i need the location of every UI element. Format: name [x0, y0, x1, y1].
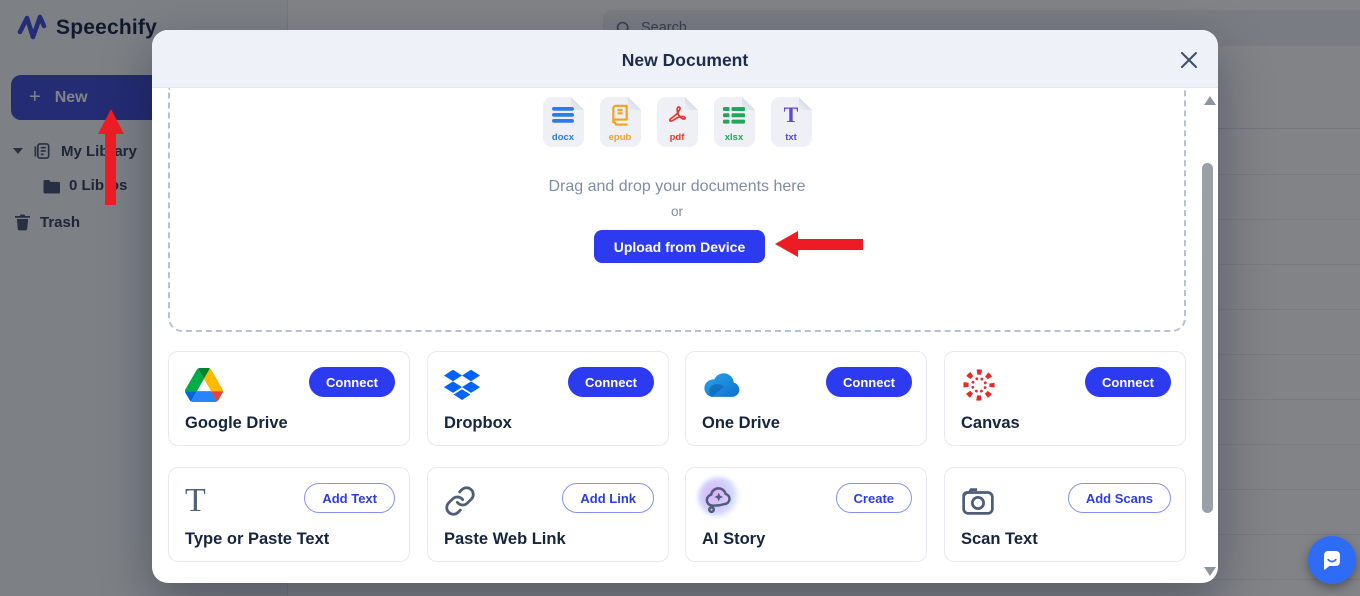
create-button[interactable]: Create: [836, 483, 912, 513]
add-text-button[interactable]: Add Text: [304, 483, 395, 513]
integration-card-scan-text[interactable]: Add Scans Scan Text: [944, 467, 1186, 562]
integration-name: Type or Paste Text: [185, 530, 329, 549]
connect-button[interactable]: Connect: [826, 367, 912, 397]
annotation-arrow-up-shaft: [105, 131, 116, 205]
file-type-icons: docx epub pdf xlsx: [170, 97, 1184, 147]
drop-zone[interactable]: docx epub pdf xlsx: [168, 88, 1186, 332]
integration-card-google-drive[interactable]: Connect Google Drive: [168, 351, 410, 446]
new-document-modal: New Document docx epub pdf: [152, 30, 1218, 583]
integration-name: Google Drive: [185, 414, 288, 433]
link-icon: [444, 485, 476, 517]
txt-file-icon: T txt: [771, 97, 812, 147]
upload-from-device-button[interactable]: Upload from Device: [594, 230, 765, 263]
speechify-app: Search 0 2 2 2 26 23 23 8 7 7 7: [0, 0, 1360, 596]
integration-card-paste-web-link[interactable]: Add Link Paste Web Link: [427, 467, 669, 562]
integration-name: Dropbox: [444, 414, 512, 433]
docx-file-icon: docx: [543, 97, 584, 147]
scroll-up-icon[interactable]: [1204, 96, 1216, 105]
chat-widget-button[interactable]: [1308, 536, 1356, 584]
integration-card-ai-story[interactable]: Create AI Story: [685, 467, 927, 562]
google-drive-icon: [185, 368, 223, 402]
integration-card-type-or-paste-text[interactable]: T Add Text Type or Paste Text: [168, 467, 410, 562]
integration-name: Scan Text: [961, 530, 1038, 549]
close-icon[interactable]: [1179, 50, 1199, 70]
annotation-arrow-left-head: [775, 231, 798, 257]
dropzone-prompt: Drag and drop your documents here: [170, 178, 1184, 196]
camera-icon: [961, 486, 995, 516]
dropzone-or: or: [170, 204, 1184, 219]
xlsx-file-icon: xlsx: [714, 97, 755, 147]
annotation-arrow-left-shaft: [796, 239, 863, 250]
integration-card-dropbox[interactable]: Connect Dropbox: [427, 351, 669, 446]
add-scans-button[interactable]: Add Scans: [1068, 483, 1171, 513]
pdf-file-icon: pdf: [657, 97, 698, 147]
onedrive-icon: [702, 372, 740, 398]
integration-card-one-drive[interactable]: Connect One Drive: [685, 351, 927, 446]
integration-card-canvas[interactable]: Connect Canvas: [944, 351, 1186, 446]
canvas-icon: [961, 367, 997, 403]
integration-name: One Drive: [702, 414, 780, 433]
epub-file-icon: epub: [600, 97, 641, 147]
text-icon: T: [185, 481, 225, 521]
chat-bubble-icon: [1319, 547, 1345, 573]
add-link-button[interactable]: Add Link: [562, 483, 654, 513]
dropbox-icon: [444, 369, 480, 401]
connect-button[interactable]: Connect: [1085, 367, 1171, 397]
integration-name: Canvas: [961, 414, 1020, 433]
scrollbar-thumb[interactable]: [1202, 163, 1213, 513]
scroll-down-icon[interactable]: [1204, 567, 1216, 576]
ai-story-icon: [702, 484, 736, 518]
integration-name: Paste Web Link: [444, 530, 566, 549]
integration-name: AI Story: [702, 530, 765, 549]
modal-title: New Document: [152, 50, 1218, 71]
connect-button[interactable]: Connect: [568, 367, 654, 397]
connect-button[interactable]: Connect: [309, 367, 395, 397]
